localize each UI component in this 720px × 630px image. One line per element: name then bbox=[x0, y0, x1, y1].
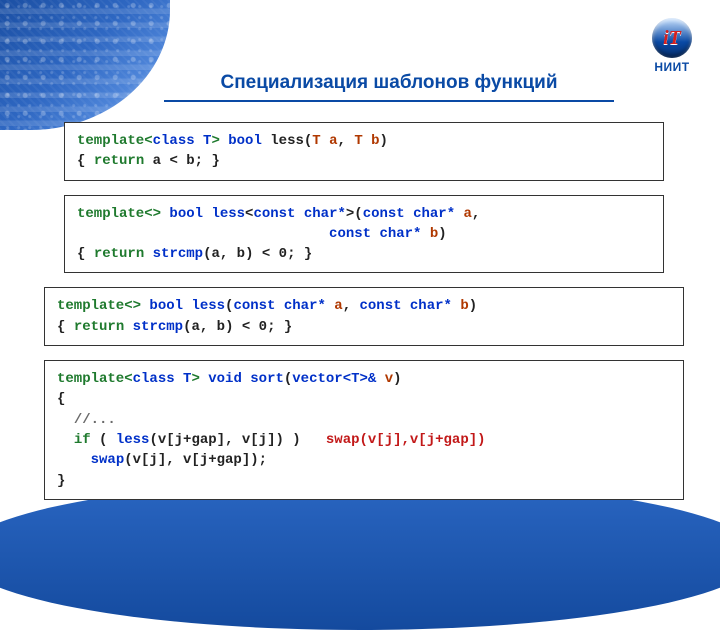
code-block-sort-usage: template<class T> void sort(vector<T>& v… bbox=[44, 360, 684, 500]
code-block-specialized-less-deduced: template<> bool less(const char* a, cons… bbox=[44, 287, 684, 346]
decorative-footer-arc bbox=[0, 480, 720, 630]
logo-badge-icon: iT bbox=[652, 18, 692, 58]
logo-label: НИИТ bbox=[652, 60, 692, 74]
code-block-specialized-less-explicit: template<> bool less<const char*>(const … bbox=[64, 195, 664, 274]
brand-logo: iT НИИТ bbox=[652, 18, 692, 74]
slide-content: Специализация шаблонов функций template<… bbox=[0, 0, 720, 500]
slide-title: Специализация шаблонов функций bbox=[164, 72, 614, 102]
code-block-generic-less: template<class T> bool less(T a, T b) { … bbox=[64, 122, 664, 181]
logo-monogram: iT bbox=[663, 27, 681, 50]
